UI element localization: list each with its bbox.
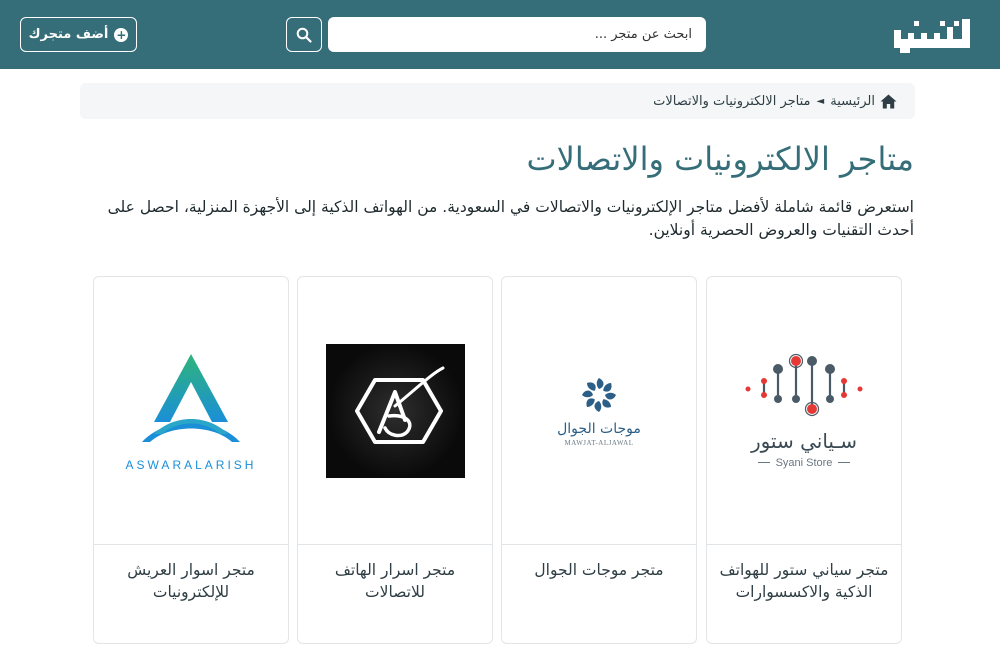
store-card[interactable]: ASWARALARISH متجر اسوار العريش للإلكترون… xyxy=(93,276,289,644)
top-navbar: + أضف متجرك xyxy=(0,0,1000,69)
store-name[interactable]: متجر سياني ستور للهواتف الذكية والاكسسوا… xyxy=(717,559,891,603)
search-icon xyxy=(296,27,312,43)
search-input[interactable] xyxy=(328,17,706,52)
syani-logo-subline: Syani Store xyxy=(744,457,864,469)
store-card[interactable]: متجر اسرار الهاتف للاتصالات xyxy=(297,276,493,644)
breadcrumb-home-label: الرئيسية xyxy=(830,93,875,109)
store-name[interactable]: متجر موجات الجوال xyxy=(512,559,686,581)
site-logo-icon[interactable] xyxy=(894,17,970,53)
mawjat-logo-text-en: MAWJAT-ALJAWAL xyxy=(564,438,634,447)
add-store-button[interactable]: + أضف متجرك xyxy=(20,17,137,52)
home-icon xyxy=(880,94,897,109)
store-name[interactable]: متجر اسرار الهاتف للاتصالات xyxy=(308,559,482,603)
search-button[interactable] xyxy=(286,17,322,52)
syani-logo-text-en: Syani Store xyxy=(775,456,833,469)
syani-logo-text-ar: سـياني ستور xyxy=(750,428,858,453)
store-card[interactable]: سـياني ستور Syani Store متجر سياني ستور … xyxy=(706,276,902,644)
page-description: استعرض قائمة شاملة لأفضل متاجر الإلكترون… xyxy=(107,198,914,239)
breadcrumb-separator: ◄ xyxy=(816,95,825,107)
store-logo-area: ASWARALARISH xyxy=(94,277,288,545)
mawjat-logo-text-ar: موجات الجوال xyxy=(557,420,641,437)
add-store-label: أضف متجرك xyxy=(28,27,109,42)
mawjat-aljawal-logo: موجات الجوال MAWJAT-ALJAWAL xyxy=(557,375,641,447)
store-name[interactable]: متجر اسوار العريش للإلكترونيات xyxy=(104,559,278,603)
aswar-logo-text-en: ASWARALARISH xyxy=(125,457,257,472)
breadcrumb-home-link[interactable]: الرئيسية xyxy=(830,94,897,109)
store-logo-area: سـياني ستور Syani Store xyxy=(707,277,901,545)
divider xyxy=(838,462,851,463)
asrar-alhatif-logo xyxy=(325,343,465,478)
store-logo-area xyxy=(298,277,492,545)
store-card[interactable]: موجات الجوال MAWJAT-ALJAWAL متجر موجات ا… xyxy=(501,276,697,644)
syani-store-logo: سـياني ستور Syani Store xyxy=(744,353,864,469)
plus-circle-icon: + xyxy=(114,27,129,42)
breadcrumb: الرئيسية ◄ متاجر الالكترونيات والاتصالات xyxy=(80,83,915,119)
breadcrumb-current: متاجر الالكترونيات والاتصالات xyxy=(653,93,811,109)
store-logo-area: موجات الجوال MAWJAT-ALJAWAL xyxy=(502,277,696,545)
page-title: متاجر الالكترونيات والاتصالات xyxy=(526,140,914,178)
divider xyxy=(757,462,770,463)
aswar-alarish-logo: ASWARALARISH xyxy=(126,350,257,472)
